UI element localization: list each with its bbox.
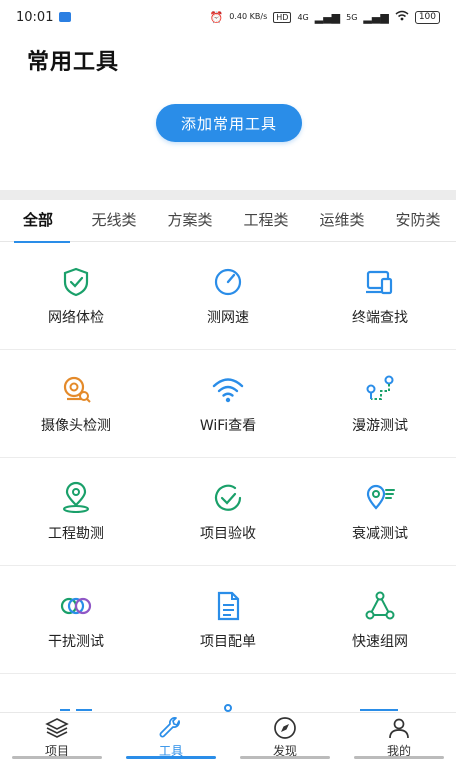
wifi-icon [212,377,244,402]
signal-4g-icon: ▂▄▆ [314,10,341,24]
nav-mine[interactable]: 我的 [342,713,456,761]
signal-attenuation-icon [366,484,395,510]
tab-wireless[interactable]: 无线类 [76,200,152,242]
tool-row: 工程勘测 项目验收 衰减测试 [0,458,456,566]
tool-row: 干扰测试 项目配单 快速组网 [0,566,456,674]
compass-icon [274,716,296,739]
tab-security[interactable]: 安防类 [380,200,456,242]
tool-row: 摄像头检测 WiFi查看 漫游测试 [0,350,456,458]
category-tabs: 全部 无线类 方案类 工程类 运维类 安防类 [0,200,456,243]
network-triangle-icon [365,591,395,619]
user-icon [389,718,409,738]
tool-wifi-view[interactable]: WiFi查看 [152,350,304,457]
devices-icon [366,270,393,294]
tool-label: 项目验收 [200,525,256,542]
roaming-route-icon [366,375,394,400]
tool-engineering-survey[interactable]: 工程勘测 [0,458,152,565]
tool-terminal-find[interactable]: 终端查找 [304,242,456,349]
tab-all[interactable]: 全部 [0,200,76,243]
check-circle-icon [214,484,242,511]
layers-icon [45,717,69,738]
nav-tools[interactable]: 工具 [114,713,228,761]
nav-indicator-bar [0,756,456,759]
bottom-nav: 项目 工具 发现 我的 [0,712,456,761]
app-notification-icon [59,12,72,22]
status-left: 10:01 [16,9,72,25]
tool-label: 快速组网 [352,633,408,650]
tool-label: 干扰测试 [48,633,104,650]
tool-quick-network[interactable]: 快速组网 [304,566,456,673]
network-5g: 5G [346,12,358,22]
tab-engineering[interactable]: 工程类 [228,200,304,242]
status-time: 10:01 [16,9,54,25]
tool-label: 摄像头检测 [41,417,111,434]
tab-solution[interactable]: 方案类 [152,200,228,242]
tool-label: 衰减测试 [352,525,408,542]
tool-label: WiFi查看 [199,417,257,434]
document-icon [217,591,240,620]
page-title: 常用工具 [27,50,120,75]
hd-icon: HD [273,11,292,23]
tool-label: 项目配单 [200,633,256,650]
tab-operations[interactable]: 运维类 [304,200,380,242]
interference-rings-icon [60,597,92,614]
battery-level: 100 [418,11,436,22]
tool-interference-test[interactable]: 干扰测试 [0,566,152,673]
nav-discover[interactable]: 发现 [228,713,342,761]
tool-camera-detect[interactable]: 摄像头检测 [0,350,152,457]
net-speed: 0.40 KB/s [229,12,268,21]
tool-label: 终端查找 [352,309,408,326]
signal-5g-icon: ▂▄▆ [363,10,389,24]
camera-search-icon [63,376,91,403]
partial-row-icons [60,704,398,712]
nav-project[interactable]: 项目 [0,713,114,761]
header-section: 常用工具 添加常用工具 [0,34,456,190]
section-separator [0,190,456,200]
status-right: ⏰ 0.40 KB/s HD 4G ▂▄▆ 5G ▂▄▆ 100 [210,10,440,24]
tool-roaming-test[interactable]: 漫游测试 [304,350,456,457]
tool-label: 网络体检 [48,309,104,326]
tool-label: 工程勘测 [48,525,104,542]
tool-row: 网络体检 测网速 终端查找 [0,242,456,350]
location-survey-icon [63,481,89,513]
tool-speed-test[interactable]: 测网速 [152,242,304,349]
shield-check-icon [63,267,89,296]
battery-icon: 100 [414,10,440,24]
alarm-icon: ⏰ [209,10,224,24]
tool-label: 测网速 [207,309,249,326]
tool-label: 漫游测试 [352,417,408,434]
tool-network-check[interactable]: 网络体检 [0,242,152,349]
add-common-tool-button[interactable]: 添加常用工具 [156,104,302,142]
network-4g: 4G [297,12,309,22]
speedometer-icon [214,268,242,295]
status-bar: 10:01 ⏰ 0.40 KB/s HD 4G ▂▄▆ 5G ▂▄▆ 100 [0,0,456,34]
tool-attenuation-test[interactable]: 衰减测试 [304,458,456,565]
wifi-status-icon [395,10,409,24]
tool-grid: 网络体检 测网速 终端查找 摄像头检测 WiFi查看 漫游测试 工程勘测 项目验… [0,242,456,674]
wrench-icon [159,716,180,737]
tool-project-acceptance[interactable]: 项目验收 [152,458,304,565]
tool-project-order[interactable]: 项目配单 [152,566,304,673]
partial-tool-row [0,676,456,716]
